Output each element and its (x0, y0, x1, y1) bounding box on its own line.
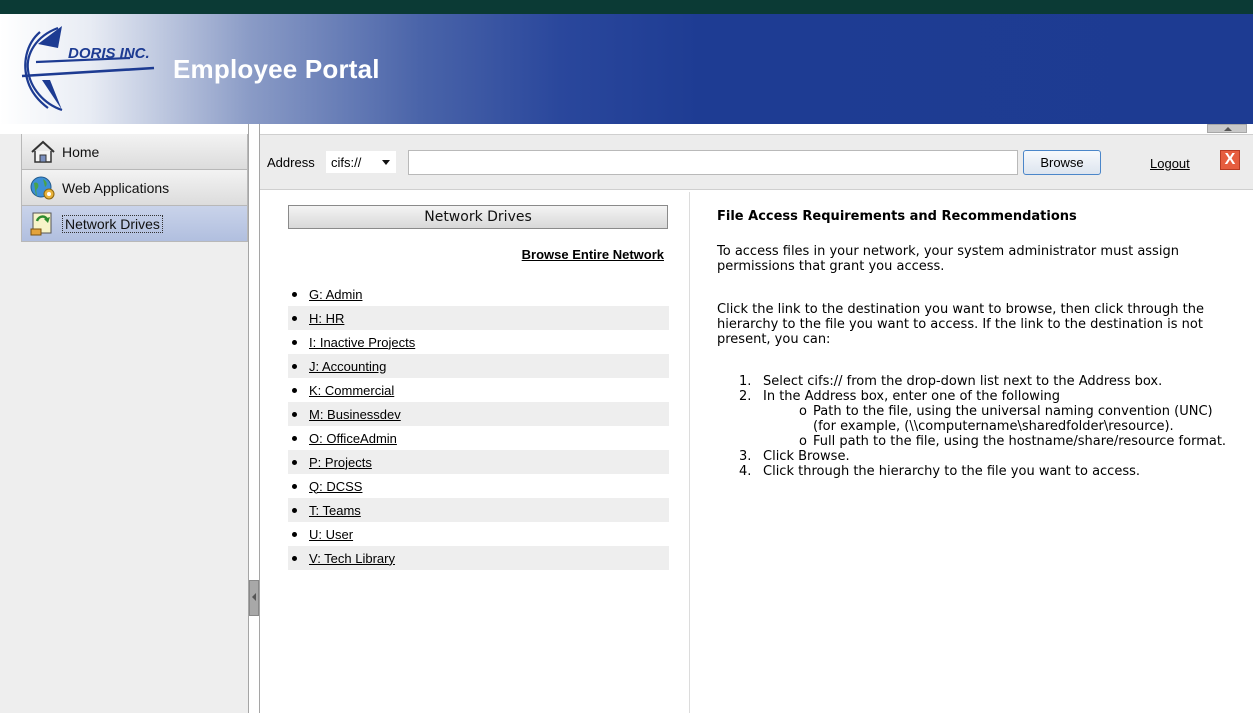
step-number: 3. (739, 449, 752, 464)
drive-link[interactable]: Q: DCSS (309, 479, 362, 494)
substep-text: Path to the file, using the universal na… (813, 404, 1213, 434)
step-text: In the Address box, enter one of the fol… (763, 389, 1061, 404)
drive-link[interactable]: H: HR (309, 311, 344, 326)
bullet-icon (292, 387, 297, 393)
drive-link[interactable]: U: User (309, 527, 353, 542)
browse-button[interactable]: Browse (1023, 150, 1101, 175)
main-panel: Address cifs:// Browse Logout X Network … (259, 124, 1253, 713)
chevron-up-icon (1224, 127, 1232, 131)
sidebar-item-home[interactable]: Home (21, 134, 248, 170)
sidebar-item-network-drives[interactable]: Network Drives (21, 206, 248, 242)
step-text: Select cifs:// from the drop-down list n… (763, 374, 1163, 389)
instruction-steps: 1. Select cifs:// from the drop-down list… (717, 374, 1237, 479)
list-item: V: Tech Library (288, 546, 669, 570)
drive-link[interactable]: J: Accounting (309, 359, 386, 374)
step-number: 2. (739, 389, 752, 404)
bullet-icon (292, 483, 297, 489)
substep-item: o Full path to the file, using the hostna… (763, 434, 1237, 449)
drives-pane: Network Drives Browse Entire Network G: … (260, 192, 690, 713)
list-item: O: OfficeAdmin (288, 426, 669, 450)
chevron-down-icon (382, 160, 390, 165)
logo-text: DORIS INC. (68, 45, 150, 62)
address-label: Address (267, 155, 315, 170)
info-paragraph: Click the link to the destination you wa… (717, 302, 1204, 347)
bullet-icon (292, 411, 297, 417)
sidebar-collapse-handle[interactable] (249, 580, 259, 616)
bullet-icon (292, 507, 297, 513)
list-item: I: Inactive Projects (288, 330, 669, 354)
bullet-icon (292, 363, 297, 369)
chevron-left-icon (252, 593, 256, 601)
browse-entire-network-link[interactable]: Browse Entire Network (522, 247, 664, 262)
drive-list: G: Admin H: HR I: Inactive Projects J: A… (288, 282, 669, 570)
step-item: 4. Click through the hierarchy to the fil… (717, 464, 1237, 479)
sidebar-item-label: Network Drives (62, 214, 163, 233)
substeps: o Path to the file, using the universal n… (717, 404, 1237, 449)
list-item: G: Admin (288, 282, 669, 306)
list-item: M: Businessdev (288, 402, 669, 426)
drive-link[interactable]: K: Commercial (309, 383, 394, 398)
step-item: 1. Select cifs:// from the drop-down list… (717, 374, 1237, 389)
network-drive-icon (28, 210, 58, 238)
drive-link[interactable]: O: OfficeAdmin (309, 431, 397, 446)
list-item: K: Commercial (288, 378, 669, 402)
list-item: Q: DCSS (288, 474, 669, 498)
logout-link[interactable]: Logout (1150, 156, 1190, 171)
step-text: Click Browse. (763, 449, 850, 464)
step-number: 4. (739, 464, 752, 479)
header-collapse-button[interactable] (1207, 124, 1247, 133)
list-item: U: User (288, 522, 669, 546)
sidebar-item-web-applications[interactable]: Web Applications (21, 170, 248, 206)
globe-gear-icon (28, 174, 58, 202)
bullet-icon (292, 291, 297, 297)
drive-link[interactable]: I: Inactive Projects (309, 335, 415, 350)
address-toolbar: Address cifs:// Browse Logout X (260, 134, 1253, 190)
substep-bullet: o (799, 434, 807, 449)
list-item: J: Accounting (288, 354, 669, 378)
address-input[interactable] (408, 150, 1018, 175)
info-paragraph: To access files in your network, your sy… (717, 244, 1179, 274)
protocol-selected-value: cifs:// (331, 155, 362, 170)
top-strip (0, 0, 1253, 14)
substep-item: o Path to the file, using the universal n… (763, 404, 1237, 434)
portal-header: DORIS INC. Employee Portal (0, 14, 1253, 124)
step-item: 2. In the Address box, enter one of the f… (717, 389, 1237, 404)
drive-link[interactable]: M: Businessdev (309, 407, 401, 422)
list-item: P: Projects (288, 450, 669, 474)
page-title: Employee Portal (173, 54, 380, 84)
list-item: T: Teams (288, 498, 669, 522)
info-title: File Access Requirements and Recommendat… (717, 209, 1077, 224)
bullet-icon (292, 435, 297, 441)
substep-bullet: o (799, 404, 807, 419)
drive-link[interactable]: V: Tech Library (309, 551, 395, 566)
drives-header: Network Drives (288, 205, 668, 229)
sidebar-item-label: Web Applications (62, 179, 170, 196)
home-icon (28, 138, 58, 166)
doris-logo: DORIS INC. (21, 26, 155, 112)
bullet-icon (292, 531, 297, 537)
substep-text: Full path to the file, using the hostnam… (813, 434, 1227, 449)
sidebar-item-label: Home (62, 143, 100, 160)
bullet-icon (292, 459, 297, 465)
step-text: Click through the hierarchy to the file … (763, 464, 1141, 479)
drive-link[interactable]: T: Teams (309, 503, 361, 518)
sidebar-spacer (0, 124, 248, 134)
bullet-icon (292, 339, 297, 345)
sidebar: Home Web Applications Network Drives (0, 124, 249, 713)
list-item: H: HR (288, 306, 669, 330)
protocol-select[interactable]: cifs:// (326, 151, 396, 173)
drive-link[interactable]: P: Projects (309, 455, 372, 470)
close-icon[interactable]: X (1220, 150, 1240, 170)
drive-link[interactable]: G: Admin (309, 287, 362, 302)
step-item: 3. Click Browse. (717, 449, 1237, 464)
step-number: 1. (739, 374, 752, 389)
bullet-icon (292, 315, 297, 321)
bullet-icon (292, 555, 297, 561)
